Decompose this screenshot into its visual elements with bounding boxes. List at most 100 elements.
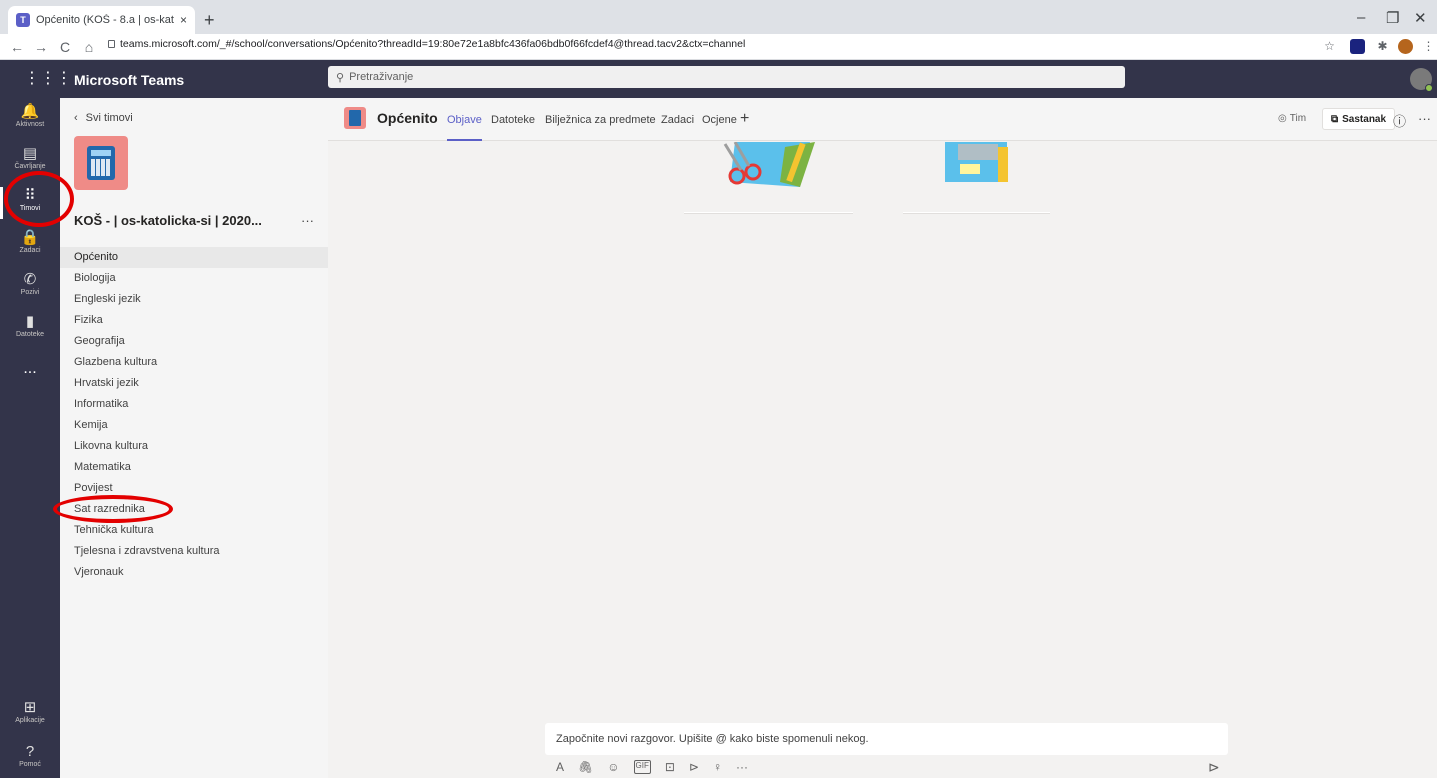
card-divider bbox=[903, 212, 1050, 214]
presence-status-icon bbox=[1425, 84, 1433, 92]
browser-tab-bar: T Općenito (KOŠ - 8.a | os-katolick × + … bbox=[0, 0, 1437, 34]
calculator-icon bbox=[87, 146, 115, 180]
rail-label: Datoteke bbox=[15, 331, 45, 338]
search-input[interactable]: ⚲ Pretraživanje bbox=[328, 66, 1125, 88]
gif-icon[interactable]: GIF bbox=[633, 760, 651, 774]
close-window-icon[interactable]: ✕ bbox=[1414, 9, 1427, 27]
meet-button[interactable]: ⧉ Sastanak bbox=[1322, 108, 1396, 130]
all-teams-link[interactable]: ‹ Svi timovi bbox=[74, 112, 133, 124]
channel-item[interactable]: Općenito bbox=[60, 247, 328, 268]
search-icon: ⚲ bbox=[336, 71, 345, 84]
rail-label: Čavrljanje bbox=[14, 163, 46, 170]
apps-icon: ⊞ bbox=[23, 699, 37, 716]
back-arrow-icon[interactable]: ← bbox=[10, 39, 24, 55]
team-view-button[interactable]: ◎ Tim bbox=[1278, 113, 1306, 124]
browser-tab-title: Općenito (KOŠ - 8.a | os-katolick bbox=[36, 14, 174, 26]
rail-item-help[interactable]: ? Pomoć bbox=[0, 743, 60, 769]
search-placeholder: Pretraživanje bbox=[349, 71, 414, 83]
rail-item-calls[interactable]: ✆ Pozivi bbox=[0, 272, 60, 297]
channel-item[interactable]: Matematika bbox=[60, 457, 328, 478]
channel-team-icon bbox=[344, 107, 366, 129]
app-title: Microsoft Teams bbox=[74, 72, 185, 88]
teams-favicon-icon: T bbox=[16, 13, 30, 27]
restore-window-icon[interactable]: ❐ bbox=[1386, 9, 1399, 27]
app-launcher-icon[interactable]: ⋮⋮⋮ bbox=[24, 68, 72, 88]
meet-label: Sastanak bbox=[1342, 113, 1387, 125]
lock-icon bbox=[108, 40, 115, 48]
info-icon[interactable]: ⓘ bbox=[1393, 111, 1406, 130]
video-icon: ⧉ bbox=[1331, 113, 1339, 125]
bookmark-star-icon[interactable]: ☆ bbox=[1322, 39, 1337, 54]
channel-item[interactable]: Glazbena kultura bbox=[60, 352, 328, 373]
tab-files[interactable]: Datoteke bbox=[491, 114, 535, 126]
channel-item[interactable]: Tehnička kultura bbox=[60, 520, 328, 541]
reload-icon[interactable]: C bbox=[58, 39, 72, 55]
rail-label: Pomoć bbox=[19, 761, 41, 768]
rail-label: Aplikacije bbox=[15, 717, 45, 724]
minimize-window-icon[interactable]: – bbox=[1357, 9, 1365, 26]
rail-item-apps[interactable]: ⊞ Aplikacije bbox=[0, 699, 60, 725]
rail-item-chat[interactable]: ▤ Čavrljanje bbox=[0, 145, 60, 171]
annotation-oval-channel bbox=[53, 495, 173, 523]
conversation-area bbox=[328, 98, 1437, 778]
rail-label: Aktivnost bbox=[15, 121, 45, 128]
home-icon[interactable]: ⌂ bbox=[82, 39, 96, 55]
compose-toolbar: A 🖇 ☺ GIF ⊡ ⊳ ♀ ··· bbox=[556, 760, 748, 774]
tab-class-notebook[interactable]: Bilježnica za predmete bbox=[545, 114, 656, 126]
help-icon: ? bbox=[25, 743, 35, 760]
card-divider bbox=[684, 212, 853, 214]
profile-avatar-icon[interactable] bbox=[1398, 39, 1413, 54]
channel-item[interactable]: Vjeronauk bbox=[60, 562, 328, 583]
channel-title: Općenito bbox=[377, 110, 438, 126]
format-icon[interactable]: A bbox=[556, 760, 564, 774]
tab-assignments[interactable]: Zadaci bbox=[661, 114, 694, 126]
emoji-icon[interactable]: ☺ bbox=[607, 760, 619, 774]
team-view-label: Tim bbox=[1289, 113, 1307, 124]
scissors-illustration bbox=[723, 142, 815, 187]
channel-item[interactable]: Biologija bbox=[60, 268, 328, 289]
channel-item[interactable]: Tjelesna i zdravstvena kultura bbox=[60, 541, 328, 562]
forward-arrow-icon[interactable]: → bbox=[34, 39, 48, 55]
url-field[interactable]: teams.microsoft.com/_#/school/conversati… bbox=[120, 38, 745, 50]
chat-icon: ▤ bbox=[22, 145, 38, 162]
channel-item[interactable]: Geografija bbox=[60, 331, 328, 352]
team-more-options-icon[interactable]: ··· bbox=[301, 213, 314, 228]
bell-icon: 🔔 bbox=[20, 103, 40, 120]
rail-item-assignments[interactable]: 🔒 Zadaci bbox=[0, 229, 60, 255]
more-options-icon[interactable]: ··· bbox=[1418, 111, 1431, 126]
more-toolbar-icon[interactable]: ··· bbox=[736, 760, 748, 774]
new-tab-button[interactable]: + bbox=[204, 10, 215, 31]
channel-item[interactable]: Hrvatski jezik bbox=[60, 373, 328, 394]
annotation-oval-teams bbox=[4, 171, 74, 227]
browser-tab[interactable]: T Općenito (KOŠ - 8.a | os-katolick × bbox=[8, 6, 195, 34]
rail-item-activity[interactable]: 🔔 Aktivnost bbox=[0, 103, 60, 129]
tab-grades[interactable]: Ocjene bbox=[702, 114, 737, 126]
eye-icon: ◎ bbox=[1278, 113, 1287, 124]
team-name[interactable]: KOŠ - | os-katolicka-si | 2020... bbox=[74, 213, 262, 228]
rail-label: Pozivi bbox=[20, 289, 40, 296]
channel-item[interactable]: Fizika bbox=[60, 310, 328, 331]
rail-item-files[interactable]: ▮ Datoteke bbox=[0, 314, 60, 339]
add-tab-button[interactable]: + bbox=[740, 110, 749, 128]
folder-illustration bbox=[945, 142, 1008, 182]
send-icon[interactable]: ⊳ bbox=[1208, 759, 1220, 776]
channel-item[interactable]: Engleski jezik bbox=[60, 289, 328, 310]
tab-posts[interactable]: Objave bbox=[447, 114, 482, 126]
close-tab-icon[interactable]: × bbox=[180, 13, 187, 27]
rail-label: Zadaci bbox=[19, 247, 41, 254]
sticker-icon[interactable]: ⊡ bbox=[665, 760, 675, 774]
assignments-icon: 🔒 bbox=[20, 229, 40, 246]
channel-item[interactable]: Kemija bbox=[60, 415, 328, 436]
compose-message-input[interactable]: Započnite novi razgovor. Upišite @ kako … bbox=[545, 723, 1228, 755]
channel-item[interactable]: Likovna kultura bbox=[60, 436, 328, 457]
attach-icon[interactable]: 🖇 bbox=[578, 760, 593, 774]
rail-more-icon[interactable]: ... bbox=[0, 360, 60, 378]
chevron-left-icon: ‹ bbox=[74, 112, 78, 124]
all-teams-label: Svi timovi bbox=[85, 112, 133, 124]
puzzle-extension-icon[interactable]: ✱ bbox=[1375, 39, 1390, 54]
browser-menu-icon[interactable]: ⋮ bbox=[1421, 39, 1436, 54]
extension-icon[interactable] bbox=[1350, 39, 1365, 54]
channel-item[interactable]: Informatika bbox=[60, 394, 328, 415]
meet-now-icon[interactable]: ⊳ bbox=[689, 760, 699, 774]
praise-icon[interactable]: ♀ bbox=[713, 760, 722, 774]
